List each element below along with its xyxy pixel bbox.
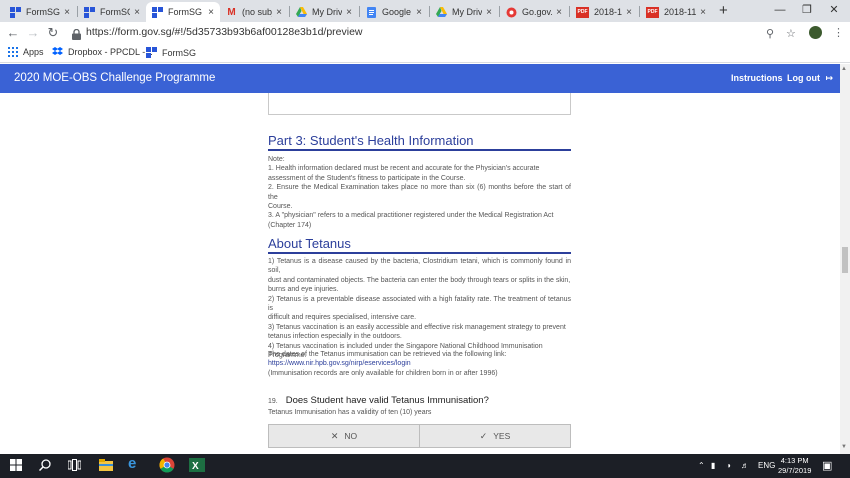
address-bar-row: ← → ↻ https://form.gov.sg/#!/5d35733b93b…: [0, 22, 850, 44]
no-button[interactable]: ✕ NO: [269, 425, 419, 447]
browser-tab-7[interactable]: My Drive ×: [430, 2, 498, 22]
file-explorer-icon[interactable]: [99, 459, 113, 474]
profile-avatar[interactable]: [809, 26, 822, 39]
yes-no-choice-group: ✕ NO ✓ YES: [268, 424, 571, 448]
tetanus-info: 1) Tetanus is a disease caused by the ba…: [268, 258, 571, 360]
drive-icon: [296, 7, 307, 18]
battery-icon[interactable]: ▮: [711, 461, 715, 470]
form-content: Part 3: Student's Health Information Not…: [0, 93, 840, 454]
x-icon: ✕: [330, 430, 339, 441]
pdf-icon: PDF: [646, 6, 659, 18]
language-indicator[interactable]: ENG: [758, 461, 775, 470]
url-omnibox[interactable]: https://form.gov.sg/#!/5d35733b93b6af001…: [66, 24, 806, 42]
close-tab-icon[interactable]: ×: [556, 7, 562, 18]
docs-icon: [366, 6, 377, 18]
apps-grid-icon: [8, 47, 18, 57]
scroll-down-icon[interactable]: ▼: [841, 444, 847, 450]
close-window-icon[interactable]: ✕: [824, 3, 844, 17]
reload-icon[interactable]: ↻: [46, 25, 60, 41]
bookmark-star-icon[interactable]: ☆: [786, 27, 796, 40]
svg-text:X: X: [192, 461, 199, 472]
search-icon[interactable]: ⚲: [766, 27, 774, 40]
close-tab-icon[interactable]: ×: [626, 7, 632, 18]
logout-link[interactable]: Log out ↦: [787, 73, 833, 84]
browser-tab-5[interactable]: My Drive ×: [290, 2, 358, 22]
page-scrollbar[interactable]: ▲ ▼: [840, 64, 850, 454]
gogov-icon: [506, 7, 517, 18]
check-icon: ✓: [479, 430, 488, 441]
bookmarks-bar: Apps Dropbox - PPCDL -... FormSG: [0, 44, 850, 63]
app-header: 2020 MOE-OBS Challenge Programme Instruc…: [0, 64, 840, 93]
gmail-icon: M: [227, 6, 236, 18]
dropbox-icon: [52, 47, 63, 57]
close-tab-icon[interactable]: ×: [486, 7, 492, 18]
app-title: 2020 MOE-OBS Challenge Programme: [14, 72, 216, 84]
section-title-tetanus: About Tetanus: [268, 236, 571, 254]
browser-tab-6[interactable]: Google D ×: [360, 2, 428, 22]
question-text: Does Student have valid Tetanus Immunisa…: [285, 395, 489, 406]
bookmark-formsg[interactable]: FormSG: [146, 47, 196, 58]
new-tab-button[interactable]: +: [719, 2, 728, 20]
system-clock[interactable]: 4:13 PM 29/7/2019: [778, 456, 811, 476]
logout-icon: ↦: [825, 73, 834, 83]
volume-icon[interactable]: ♬: [741, 461, 749, 470]
menu-kebab-icon[interactable]: ⋮: [833, 26, 844, 39]
close-tab-icon[interactable]: ×: [276, 7, 282, 18]
bookmark-dropbox[interactable]: Dropbox - PPCDL -...: [52, 47, 153, 57]
drive-icon: [436, 7, 447, 18]
formsg-icon: [84, 6, 95, 18]
windows-start-icon[interactable]: [10, 459, 22, 474]
browser-tab-8[interactable]: Go.gov.s ×: [500, 2, 568, 22]
close-tab-icon[interactable]: ×: [416, 7, 422, 18]
close-tab-icon[interactable]: ×: [700, 7, 706, 18]
question-19: 19. Does Student have valid Tetanus Immu…: [268, 395, 489, 406]
close-tab-icon[interactable]: ×: [208, 7, 214, 18]
restore-icon[interactable]: ❐: [797, 3, 817, 17]
wifi-icon[interactable]: ◑: [726, 461, 731, 470]
browser-tab-3-active[interactable]: FormSG ×: [146, 2, 220, 22]
bookmark-apps[interactable]: Apps: [8, 47, 44, 57]
url-text: https://form.gov.sg/#!/5d35733b93b6af001…: [86, 26, 363, 38]
question-hint: Tetanus Immunisation has a validity of t…: [268, 409, 432, 416]
notifications-icon[interactable]: ▣: [822, 459, 832, 472]
health-info-notes: Note: 1. Health information declared mus…: [268, 156, 571, 229]
browser-tab-10[interactable]: PDF 2018-11 ×: [640, 2, 712, 22]
taskbar-search-icon[interactable]: [38, 459, 51, 474]
scroll-up-icon[interactable]: ▲: [841, 66, 847, 72]
back-arrow-icon[interactable]: ←: [6, 25, 20, 41]
section-title-health: Part 3: Student's Health Information: [268, 133, 571, 151]
formsg-icon: [146, 47, 157, 58]
formsg-icon: [10, 6, 21, 18]
browser-tab-1[interactable]: FormSG ×: [4, 2, 76, 22]
excel-icon[interactable]: X: [189, 458, 205, 475]
question-number: 19.: [268, 398, 278, 405]
minimize-icon[interactable]: —: [770, 3, 790, 17]
windows-taskbar: e X ⌃ ▮ ◑ ♬ ENG 4:13 PM 29/7/2019 ▣: [0, 454, 850, 478]
chrome-icon[interactable]: [159, 457, 175, 476]
close-tab-icon[interactable]: ×: [134, 7, 140, 18]
task-view-icon[interactable]: [67, 459, 82, 474]
pdf-icon: PDF: [576, 6, 589, 18]
show-hidden-icons-chevron[interactable]: ⌃: [698, 461, 705, 470]
browser-tab-4[interactable]: M (no subje ×: [220, 2, 288, 22]
browser-tab-9[interactable]: PDF 2018-11 ×: [570, 2, 638, 22]
browser-tab-strip: FormSG × FormSG × FormSG × M (no subje ×…: [0, 0, 850, 22]
previous-field-box: [268, 93, 571, 115]
scrollbar-thumb[interactable]: [842, 247, 848, 273]
yes-button[interactable]: ✓ YES: [419, 425, 570, 447]
browser-tab-2[interactable]: FormSG ×: [78, 2, 146, 22]
tetanus-retrieve-info: The dates of the Tetanus immunisation ca…: [268, 350, 571, 378]
lock-icon: [72, 27, 81, 40]
nir-login-link[interactable]: https://www.nir.hpb.gov.sg/nirp/eservice…: [268, 359, 571, 368]
formsg-icon: [152, 6, 163, 18]
edge-browser-icon[interactable]: e: [128, 456, 136, 471]
close-tab-icon[interactable]: ×: [64, 7, 70, 18]
forward-arrow-icon[interactable]: →: [26, 25, 40, 41]
instructions-link[interactable]: Instructions: [731, 73, 783, 83]
close-tab-icon[interactable]: ×: [346, 7, 352, 18]
